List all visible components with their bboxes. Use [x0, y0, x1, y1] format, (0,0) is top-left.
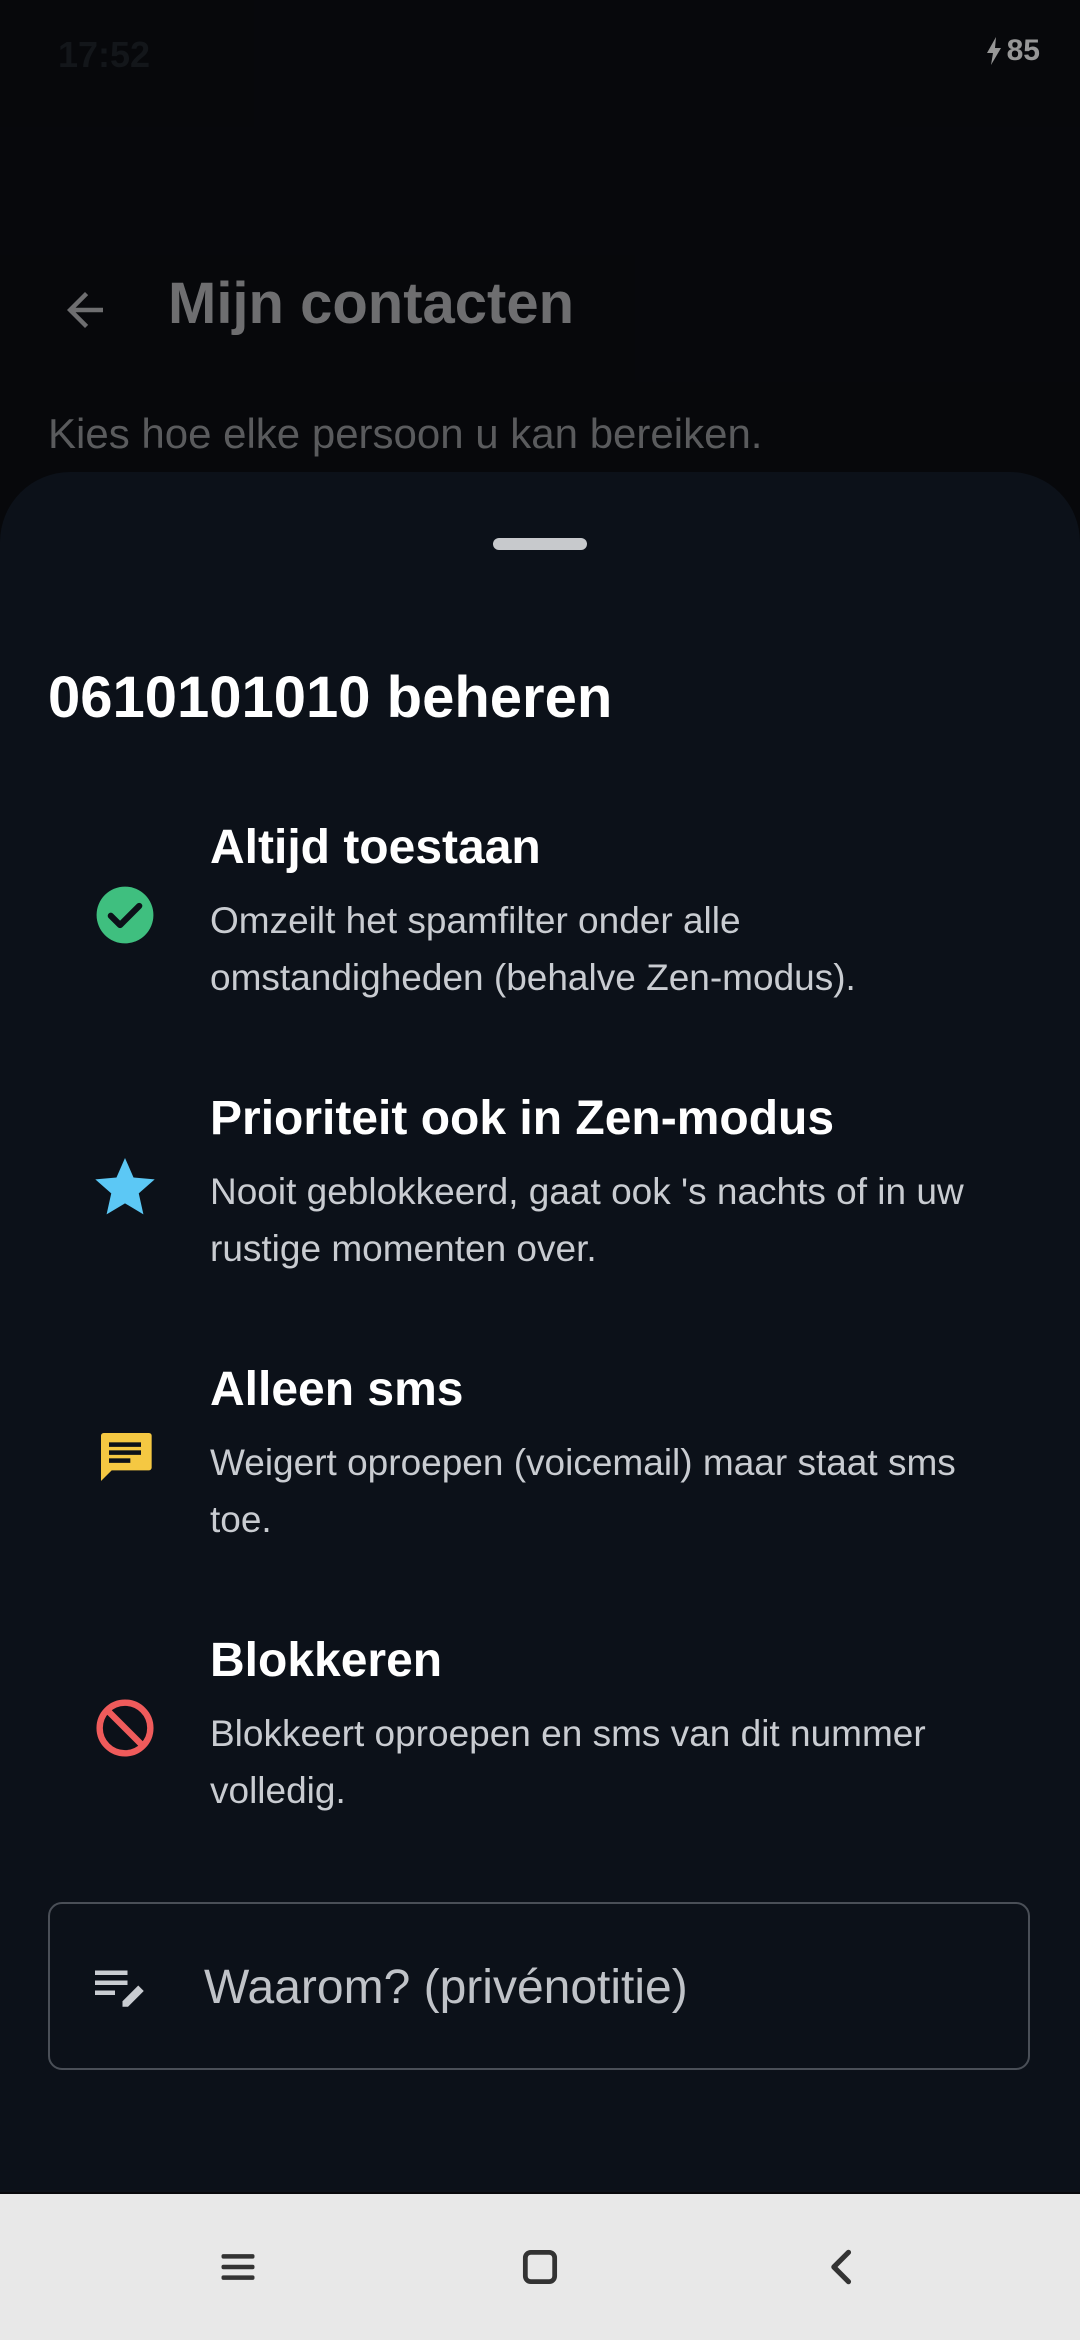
option-sms-only[interactable]: Alleen sms Weigert oproepen (voicemail) … [48, 1362, 1032, 1602]
option-description: Nooit geblokkeerd, gaat ook 's nachts of… [210, 1171, 964, 1269]
screen: 17:52 85 Mijn contacten Kies hoe elke pe… [0, 0, 1080, 2340]
option-description: Omzeilt het spamfilter onder alle omstan… [210, 900, 856, 998]
option-always-allow[interactable]: Altijd toestaan Omzeilt het spamfilter o… [48, 820, 1032, 1060]
option-description: Weigert oproepen (voicemail) maar staat … [210, 1442, 956, 1540]
navigation-bar [0, 2194, 1080, 2340]
star-icon [92, 1153, 158, 1219]
check-circle-icon [92, 882, 158, 948]
back-icon [831, 2249, 852, 2285]
home-icon [522, 2249, 558, 2285]
option-description: Blokkeert oproepen en sms van dit nummer… [210, 1713, 926, 1811]
nav-back-button[interactable] [808, 2232, 878, 2302]
option-title: Alleen sms [210, 1363, 464, 1416]
message-icon [92, 1424, 158, 1490]
private-note-field[interactable]: Waarom? (privénotitie) [48, 1902, 1030, 2070]
edit-note-icon [95, 1970, 144, 2007]
option-block[interactable]: Blokkeren Blokkeert oproepen en sms van … [48, 1633, 1032, 1873]
option-title: Blokkeren [210, 1634, 443, 1687]
block-icon [92, 1695, 158, 1761]
option-title: Altijd toestaan [210, 821, 541, 874]
nav-menu-button[interactable] [203, 2232, 273, 2302]
option-title: Prioriteit ook in Zen-modus [210, 1092, 835, 1145]
option-priority-zen[interactable]: Prioriteit ook in Zen-modus Nooit geblok… [48, 1091, 1032, 1331]
menu-icon [221, 2254, 255, 2280]
nav-home-button[interactable] [505, 2232, 575, 2302]
bottom-sheet: 0610101010 beheren Altijd toestaan Omzei… [0, 472, 1080, 2192]
sheet-title: 0610101010 beheren [48, 665, 613, 730]
note-placeholder: Waarom? (privénotitie) [204, 1961, 688, 2014]
drag-handle[interactable] [493, 538, 587, 550]
